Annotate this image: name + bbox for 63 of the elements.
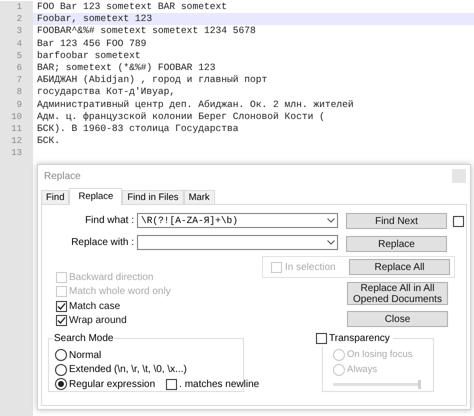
checkbox[interactable] — [453, 216, 464, 226]
code-line: БСК). В 1960-83 столица Государства — [36, 122, 239, 136]
code-line: Адм. ц. французской колонии Берег Слоновой Кости ( — [36, 110, 325, 123]
code-line: FOO Bar 123 sometext BAR sometext — [36, 1, 227, 14]
code-line: BAR; sometext (*&%#) FOOBAR 123 — [36, 62, 216, 74]
dropdown-caret-icon — [327, 218, 335, 223]
dialog-title: Replace — [44, 170, 81, 184]
code-line: БСК. — [36, 135, 60, 148]
option-label: Match case — [69, 300, 120, 314]
radio-label: Always — [347, 362, 378, 377]
dialog-button[interactable]: Close — [347, 311, 448, 327]
checkbox[interactable] — [56, 315, 67, 326]
code-line: Административный центр деп. Абиджан. Ок. 2 млн. жителей — [36, 98, 354, 111]
field-label: Replace with : — [71, 236, 134, 250]
line-number: 11 — [11, 122, 22, 136]
dialog-button[interactable]: Find Next — [346, 213, 447, 229]
line-number: 10 — [11, 110, 22, 123]
line-number: 2 — [16, 13, 22, 26]
slider-thumb[interactable] — [418, 380, 421, 389]
field-value: \R(?![A-ZА-Я]+\b) — [141, 214, 239, 227]
code-line: barfoobar sometext — [36, 50, 141, 62]
radio-label: Regular expression — [69, 378, 156, 392]
checkbox[interactable] — [166, 378, 178, 390]
dialog-button[interactable]: Replace All in All Opened Documents — [347, 282, 448, 305]
option-label: Transparency — [329, 332, 390, 346]
code-line: FOOBAR^&%# sometext sometext 1234 5678 — [36, 25, 256, 38]
tab[interactable]: Find in Files — [122, 190, 184, 204]
option-label: Match whole word only — [69, 285, 171, 300]
checkbox[interactable] — [56, 300, 67, 312]
radio-label: Extended (\n, \r, \t, \0, \x...) — [69, 363, 187, 378]
line-number: 9 — [16, 98, 22, 111]
combo-field[interactable] — [137, 235, 338, 250]
tab[interactable]: Mark — [184, 190, 215, 204]
line-number: 5 — [16, 50, 22, 62]
option-label: Wrap around — [69, 314, 127, 328]
dialog-button[interactable]: Replace All — [349, 259, 450, 275]
dropdown-caret-icon — [327, 240, 335, 245]
line-number: 4 — [16, 38, 22, 50]
radio-button[interactable] — [55, 349, 67, 362]
code-line: государства Кот-д'Ивуар, — [36, 86, 176, 98]
radio-button[interactable] — [55, 364, 67, 376]
radio-button[interactable] — [55, 378, 67, 390]
code-line: АБИДЖАН (Abidjan) , город и главный порт — [36, 74, 268, 86]
code-line: Bar 123 456 FOO 789 — [36, 38, 146, 50]
combo-field[interactable]: \R(?![A-ZА-Я]+\b) — [137, 213, 338, 228]
code-line: Foobar, sometext 123 — [36, 13, 152, 26]
line-number: 3 — [16, 25, 22, 38]
line-number: 8 — [16, 86, 22, 98]
line-number: 7 — [16, 74, 22, 86]
line-number: 13 — [11, 147, 22, 160]
radio-label: On losing focus — [347, 348, 412, 362]
line-number: 1 — [16, 1, 22, 14]
checkbox[interactable] — [316, 333, 327, 344]
tab[interactable]: Find — [41, 190, 70, 204]
option-label: Backward direction — [69, 270, 154, 285]
dialog-button[interactable]: Replace — [346, 236, 447, 252]
radio-label: Normal — [69, 348, 102, 363]
line-number: 6 — [16, 62, 22, 74]
line-number: 12 — [11, 135, 22, 148]
option-label: . matches newline — [179, 378, 260, 392]
field-label: Find what : — [85, 214, 134, 228]
tab[interactable]: Replace — [69, 188, 122, 205]
option-label: In selection — [285, 260, 336, 274]
